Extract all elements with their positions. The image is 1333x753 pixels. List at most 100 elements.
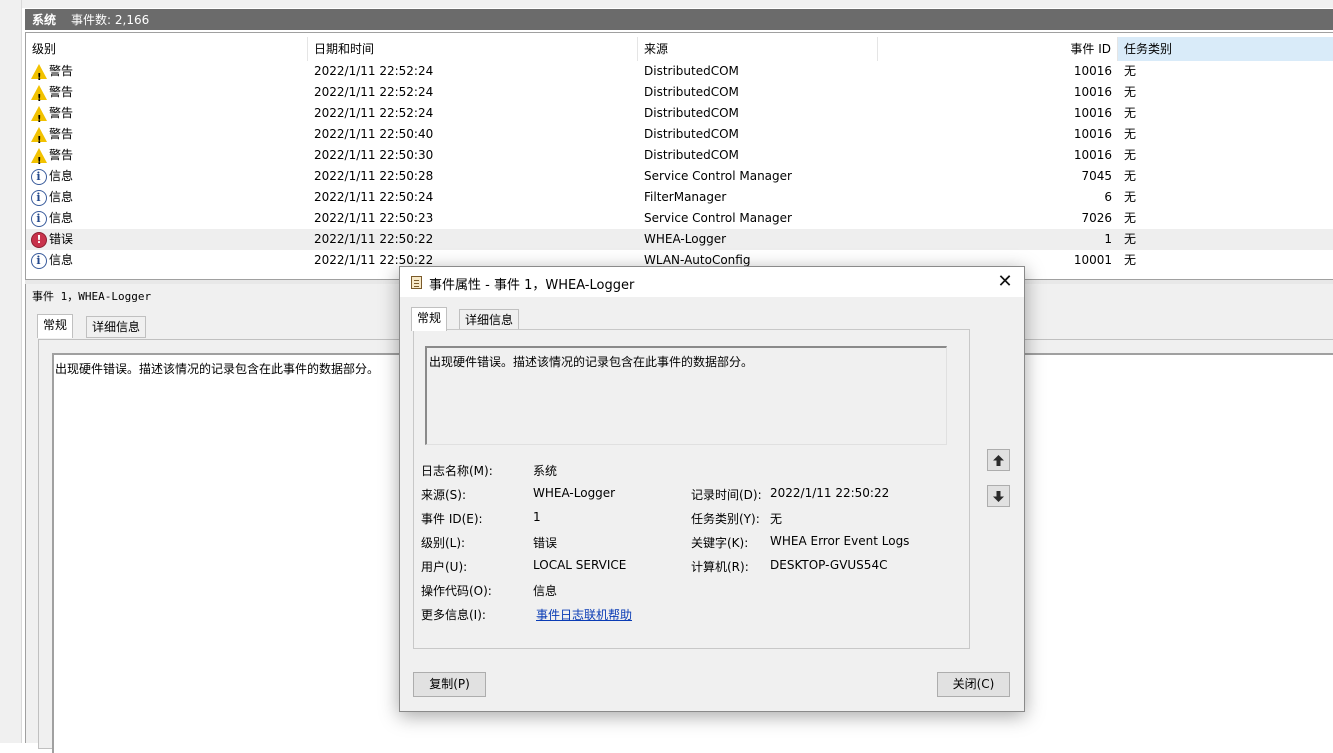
event-log-online-help-link[interactable]: 事件日志联机帮助	[536, 606, 632, 623]
row-datetime: 2022/1/11 22:52:24	[314, 64, 434, 78]
dialog-tab-details[interactable]: 详细信息	[459, 309, 520, 331]
table-row[interactable]: 警告 2022/1/11 22:52:24 DistributedCOM 10016 无	[26, 103, 1333, 124]
next-event-button[interactable]	[987, 485, 1010, 507]
table-row[interactable]: 错误 2022/1/11 22:50:22 WHEA-Logger 1无	[26, 229, 1333, 250]
table-row[interactable]: 信息 2022/1/11 22:50:23 Service Control Mana…	[26, 208, 1333, 229]
user-value: LOCAL SERVICE	[533, 558, 627, 572]
row-source: FilterManager	[644, 190, 727, 204]
row-event-id: 10016	[1073, 127, 1112, 141]
row-level-text: 警告	[49, 148, 74, 162]
row-task-category: 无	[1124, 127, 1137, 141]
row-source: DistributedCOM	[644, 127, 739, 141]
detail-tab-details[interactable]: 详细信息	[86, 316, 147, 338]
log-header-bar: 系统 事件数: 2,166	[25, 9, 1333, 30]
row-level: 警告	[31, 103, 301, 124]
row-level: 信息	[31, 187, 301, 208]
dialog-tab-general[interactable]: 常规	[411, 307, 448, 331]
log-title: 系统	[32, 13, 57, 27]
row-task-category: 无	[1124, 106, 1137, 120]
row-event-id: 7026	[1081, 211, 1112, 225]
column-header-datetime[interactable]: 日期和时间	[308, 37, 638, 61]
dialog-description: 出现硬件错误。描述该情况的记录包含在此事件的数据部分。	[425, 346, 947, 445]
arrow-up-icon	[993, 454, 1004, 466]
table-row[interactable]: 信息 2022/1/11 22:50:28 Service Control Mana…	[26, 166, 1333, 187]
event-id-label: 事件 ID(E):	[421, 512, 483, 526]
event-list-header: 级别 日期和时间 来源 事件 ID 任务类别	[26, 37, 1333, 61]
row-level: 信息	[31, 208, 301, 229]
column-header-event-id[interactable]: 事件 ID	[878, 37, 1118, 61]
close-button[interactable]: 关闭(C)	[937, 672, 1010, 697]
keywords-value: WHEA Error Event Logs	[770, 534, 910, 548]
table-row[interactable]: 警告 2022/1/11 22:52:24 DistributedCOM 10016 无	[26, 61, 1333, 82]
info-icon	[31, 168, 47, 185]
level-label: 级别(L):	[421, 536, 466, 550]
row-task-category: 无	[1124, 190, 1137, 204]
warning-icon	[31, 148, 47, 166]
event-list[interactable]: 级别 日期和时间 来源 事件 ID 任务类别 警告 2022/1/11 22:52…	[25, 32, 1333, 280]
warning-icon	[31, 64, 47, 82]
row-task-category: 无	[1124, 211, 1137, 225]
row-datetime: 2022/1/11 22:52:24	[314, 106, 434, 120]
row-event-id: 10016	[1073, 106, 1112, 120]
row-datetime: 2022/1/11 22:50:23	[314, 211, 434, 225]
error-icon	[31, 231, 47, 248]
row-datetime: 2022/1/11 22:50:30	[314, 148, 434, 162]
user-label: 用户(U):	[421, 560, 468, 574]
close-icon[interactable]: ✕	[994, 271, 1016, 293]
row-level: 警告	[31, 82, 301, 103]
column-header-level[interactable]: 级别	[26, 37, 308, 61]
warning-icon	[31, 127, 47, 145]
row-level: 警告	[31, 124, 301, 145]
logged-value: 2022/1/11 22:50:22	[770, 486, 890, 500]
detail-tab-general[interactable]: 常规	[37, 314, 74, 338]
opcode-value: 信息	[533, 584, 558, 598]
row-level-text: 警告	[49, 85, 74, 99]
opcode-label: 操作代码(O):	[421, 584, 492, 598]
row-level-text: 信息	[49, 190, 74, 204]
row-task-category: 无	[1124, 169, 1137, 183]
event-count: 事件数: 2,166	[71, 13, 150, 27]
row-source: DistributedCOM	[644, 148, 739, 162]
copy-button[interactable]: 复制(P)	[413, 672, 486, 697]
row-datetime: 2022/1/11 22:50:22	[314, 232, 434, 246]
table-row[interactable]: 警告 2022/1/11 22:52:24 DistributedCOM 10016 无	[26, 82, 1333, 103]
column-header-source[interactable]: 来源	[638, 37, 878, 61]
row-level: 错误	[31, 229, 301, 250]
table-row[interactable]: 警告 2022/1/11 22:50:40 DistributedCOM 10016 无	[26, 124, 1333, 145]
row-level: 警告	[31, 145, 301, 166]
row-level-text: 信息	[49, 253, 74, 267]
level-value: 错误	[533, 536, 558, 550]
computer-label: 计算机(R):	[691, 560, 749, 574]
row-level: 信息	[31, 250, 301, 271]
event-properties-dialog: 事件属性 - 事件 1，WHEA-Logger ✕ 常规 详细信息 出现硬件错误…	[399, 266, 1025, 712]
row-source: DistributedCOM	[644, 64, 739, 78]
info-icon	[31, 189, 47, 206]
row-event-id: 10016	[1073, 148, 1112, 162]
info-icon	[31, 252, 47, 269]
row-level-text: 信息	[49, 169, 74, 183]
row-level-text: 错误	[49, 232, 74, 246]
row-event-id: 10016	[1073, 64, 1112, 78]
arrow-down-icon	[993, 490, 1004, 502]
info-icon	[31, 210, 47, 227]
previous-event-button[interactable]	[987, 449, 1010, 471]
detail-pane-title: 事件 1，WHEA-Logger	[32, 290, 152, 303]
logged-label: 记录时间(D):	[691, 488, 762, 502]
source-value: WHEA-Logger	[533, 486, 616, 500]
event-id-value: 1	[533, 510, 541, 524]
warning-icon	[31, 106, 47, 124]
row-event-id: 6	[1104, 190, 1112, 204]
table-row[interactable]: 信息 2022/1/11 22:50:24 FilterManager 6无	[26, 187, 1333, 208]
table-row[interactable]: 警告 2022/1/11 22:50:30 DistributedCOM 10016 无	[26, 145, 1333, 166]
row-source: Service Control Manager	[644, 211, 792, 225]
row-event-id: 7045	[1081, 169, 1112, 183]
row-level-text: 警告	[49, 106, 74, 120]
task-category-value: 无	[770, 512, 783, 526]
row-task-category: 无	[1124, 85, 1137, 99]
row-level-text: 警告	[49, 64, 74, 78]
column-header-task-category[interactable]: 任务类别	[1118, 37, 1333, 61]
row-event-id: 1	[1104, 232, 1112, 246]
row-datetime: 2022/1/11 22:50:40	[314, 127, 434, 141]
dialog-titlebar[interactable]: 事件属性 - 事件 1，WHEA-Logger ✕	[400, 267, 1024, 297]
row-source: WHEA-Logger	[644, 232, 727, 246]
